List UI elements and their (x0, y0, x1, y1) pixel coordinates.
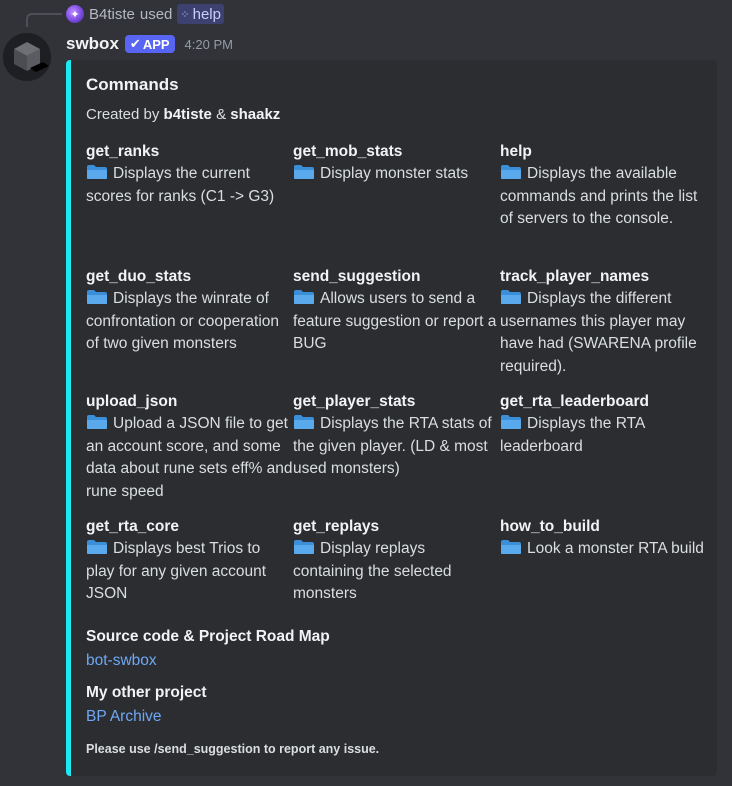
folder-icon (86, 289, 108, 305)
message-header: swbox ✔ APP 4:20 PM (66, 32, 233, 56)
bot-avatar[interactable] (3, 33, 51, 81)
command-description-text: Displays the different usernames this pl… (500, 290, 697, 375)
command-field: upload_json Upload a JSON file to get an … (86, 391, 293, 516)
command-field: help Displays the available commands and … (500, 141, 707, 266)
command-field: get_rta_leaderboard Displays the RTA lead… (500, 391, 707, 516)
reply-avatar[interactable]: ✦ (66, 5, 84, 23)
command-description-text: Display monster stats (320, 165, 469, 182)
reply-connector (26, 13, 62, 27)
author-separator: & (216, 106, 227, 123)
command-name: upload_json (86, 393, 178, 410)
commands-embed: Commands Created by b4tiste & shaakz get… (66, 60, 717, 776)
folder-icon (86, 164, 108, 180)
app-badge-label: APP (142, 36, 170, 52)
embed-footer: Please use /send_suggestion to report an… (86, 742, 380, 756)
command-field: get_mob_stats Display monster stats (293, 141, 500, 266)
command-description: Displays the different usernames this pl… (500, 288, 707, 378)
command-description-text: Displays the available commands and prin… (500, 165, 698, 227)
command-description: Displays the RTA leaderboard (500, 413, 707, 458)
command-description: Displays the current scores for ranks (C… (86, 163, 293, 208)
folder-icon (500, 164, 522, 180)
command-name: send_suggestion (293, 268, 421, 285)
command-description: Display replays containing the selected … (293, 538, 500, 606)
command-name: get_player_stats (293, 393, 416, 410)
other-project-link[interactable]: BP Archive (86, 706, 701, 740)
command-name: get_rta_leaderboard (500, 393, 650, 410)
command-name: get_mob_stats (293, 143, 403, 160)
command-description-text: Displays best Trios to play for any give… (86, 540, 267, 602)
folder-icon (86, 539, 108, 555)
reply-username[interactable]: B4tiste (89, 6, 135, 23)
command-description-text: Display replays containing the selected … (293, 540, 452, 602)
command-name: help (500, 143, 532, 160)
bot-username[interactable]: swbox (66, 34, 119, 54)
command-description: Display monster stats (293, 163, 500, 186)
verified-check-icon: ✔ (129, 36, 141, 51)
command-name: track_player_names (500, 268, 650, 285)
command-description-text: Displays the current scores for ranks (C… (86, 165, 275, 205)
other-project-title: My other project (86, 684, 207, 701)
source-code-link[interactable]: bot-swbox (86, 650, 701, 684)
command-field: get_duo_stats Displays the winrate of con… (86, 266, 293, 391)
author-name-1: b4tiste (163, 106, 212, 123)
reply-command-name: help (192, 5, 221, 23)
source-code-title: Source code & Project Road Map (86, 628, 330, 645)
folder-icon (293, 164, 315, 180)
command-description-text: Upload a JSON file to get an account sco… (86, 415, 293, 500)
command-name: get_replays (293, 518, 380, 535)
folder-icon (500, 414, 522, 430)
command-name: how_to_build (500, 518, 600, 535)
app-badge: ✔ APP (124, 35, 175, 53)
command-field: get_replays Display replays containing th… (293, 516, 500, 625)
commands-grid: get_ranks Displays the current scores for… (86, 141, 704, 625)
slash-command-icon: ⁘ (180, 8, 190, 21)
folder-icon (500, 539, 522, 555)
folder-icon (293, 289, 315, 305)
message-timestamp[interactable]: 4:20 PM (185, 37, 233, 52)
command-field: how_to_build Look a monster RTA build (500, 516, 707, 625)
command-description: Upload a JSON file to get an account sco… (86, 413, 293, 503)
command-name: get_duo_stats (86, 268, 192, 285)
command-field: get_player_stats Displays the RTA stats o… (293, 391, 500, 516)
command-description: Look a monster RTA build (500, 538, 707, 561)
command-description-text: Displays the RTA stats of the given play… (293, 415, 492, 477)
folder-icon (500, 289, 522, 305)
reply-context[interactable]: ✦ B4tiste used ⁘ help (66, 3, 224, 25)
command-description-text: Look a monster RTA build (527, 540, 704, 557)
author-name-2: shaakz (230, 106, 281, 123)
created-by-label: Created by (86, 106, 160, 123)
command-description: Displays the RTA stats of the given play… (293, 413, 500, 481)
command-description: Displays the available commands and prin… (500, 163, 707, 231)
reply-command[interactable]: ⁘ help (177, 4, 224, 24)
command-field: track_player_names Displays the different… (500, 266, 707, 391)
command-description-text: Allows users to send a feature suggestio… (293, 290, 497, 352)
folder-icon (293, 539, 315, 555)
command-field: send_suggestion Allows users to send a fe… (293, 266, 500, 391)
command-description: Displays best Trios to play for any give… (86, 538, 293, 606)
command-field: get_ranks Displays the current scores for… (86, 141, 293, 266)
command-name: get_rta_core (86, 518, 180, 535)
embed-title: Commands (86, 75, 179, 94)
command-description: Displays the winrate of confrontation or… (86, 288, 293, 356)
command-name: get_ranks (86, 143, 160, 160)
command-description: Allows users to send a feature suggestio… (293, 288, 500, 356)
reply-action: used (139, 5, 173, 23)
folder-icon (86, 414, 108, 430)
embed-description: Created by b4tiste & shaakz (86, 105, 701, 141)
other-project-field: My other project BP Archive (86, 684, 701, 740)
folder-icon (293, 414, 315, 430)
command-field: get_rta_core Displays best Trios to play … (86, 516, 293, 625)
command-description-text: Displays the winrate of confrontation or… (86, 290, 280, 352)
source-code-field: Source code & Project Road Map bot-swbox (86, 628, 701, 684)
